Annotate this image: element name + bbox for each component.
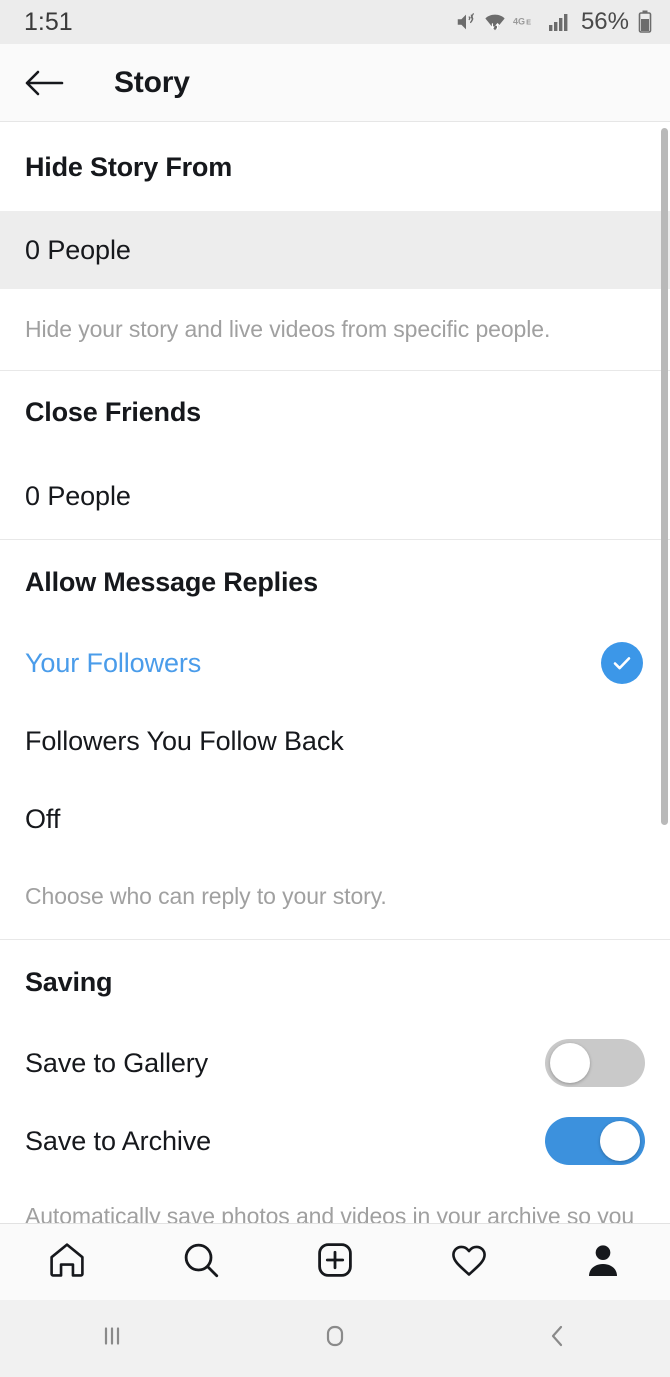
toggle-knob xyxy=(550,1043,590,1083)
row-label: 0 People xyxy=(25,234,131,265)
save-to-gallery-toggle[interactable] xyxy=(545,1039,645,1087)
scrollbar-track[interactable] xyxy=(661,123,670,1223)
row-label: Save to Gallery xyxy=(25,1047,209,1078)
row-label: 0 People xyxy=(25,480,131,511)
row-label: Save to Archive xyxy=(25,1125,212,1156)
heart-icon xyxy=(448,1239,490,1286)
recents-icon xyxy=(95,1319,129,1358)
tab-search[interactable] xyxy=(156,1226,246,1298)
wifi-data-icon xyxy=(484,11,506,33)
nav-back-button[interactable] xyxy=(447,1300,670,1377)
row-label: Your Followers xyxy=(25,647,202,678)
mute-vibrate-icon xyxy=(455,11,477,33)
row-label: Followers You Follow Back xyxy=(25,725,344,756)
home-button-icon xyxy=(318,1319,352,1358)
settings-scroll-area[interactable]: Hide Story From 0 People Hide your story… xyxy=(0,123,670,1223)
row-your-followers[interactable]: Your Followers xyxy=(0,624,670,702)
bottom-tab-bar xyxy=(0,1223,670,1300)
status-bar-icons: 4G E 56% xyxy=(455,8,652,36)
battery-percent-label: 56% xyxy=(580,8,629,35)
status-bar-clock: 1:51 xyxy=(24,7,73,36)
signal-bars-icon xyxy=(548,11,572,33)
status-bar: 1:51 4G E 56% xyxy=(0,0,670,44)
back-arrow-icon[interactable] xyxy=(18,57,70,109)
section-heading-hide-story-from: Hide Story From xyxy=(25,151,233,182)
toggle-knob xyxy=(600,1121,640,1161)
add-post-icon xyxy=(314,1239,356,1286)
row-close-friends-people[interactable]: 0 People xyxy=(0,453,670,539)
tab-activity[interactable] xyxy=(424,1226,514,1298)
save-to-archive-toggle[interactable] xyxy=(545,1117,645,1165)
check-circle-icon xyxy=(601,642,643,684)
section-heading-allow-message-replies: Allow Message Replies xyxy=(25,566,318,597)
tab-profile[interactable] xyxy=(558,1226,648,1298)
android-navigation-bar xyxy=(0,1300,670,1377)
nav-recents-button[interactable] xyxy=(0,1300,223,1377)
svg-text:E: E xyxy=(526,17,531,26)
tab-new-post[interactable] xyxy=(290,1226,380,1298)
nav-home-button[interactable] xyxy=(223,1300,446,1377)
battery-icon xyxy=(638,10,652,34)
4g-lte-icon: 4G E xyxy=(513,13,541,31)
svg-text:4G: 4G xyxy=(513,16,525,26)
back-button-icon xyxy=(541,1319,575,1358)
profile-icon xyxy=(583,1240,623,1285)
scrollbar-thumb[interactable] xyxy=(661,128,668,825)
app-header: Story xyxy=(0,44,670,122)
row-save-to-gallery[interactable]: Save to Gallery xyxy=(0,1024,670,1102)
page-title: Story xyxy=(114,65,190,99)
row-hide-story-from-people[interactable]: 0 People xyxy=(0,211,670,289)
row-off[interactable]: Off xyxy=(0,780,670,858)
search-icon xyxy=(180,1239,222,1286)
row-label: Off xyxy=(25,803,61,834)
section-heading-close-friends: Close Friends xyxy=(25,396,201,427)
row-followers-you-follow-back[interactable]: Followers You Follow Back xyxy=(0,702,670,780)
description-hide-story-from: Hide your story and live videos from spe… xyxy=(25,316,551,342)
tab-home[interactable] xyxy=(22,1226,112,1298)
description-saving: Automatically save photos and videos in … xyxy=(25,1203,635,1223)
section-heading-saving: Saving xyxy=(25,966,113,997)
row-save-to-archive[interactable]: Save to Archive xyxy=(0,1102,670,1180)
home-icon xyxy=(46,1239,88,1286)
description-allow-message-replies: Choose who can reply to your story. xyxy=(25,883,387,909)
